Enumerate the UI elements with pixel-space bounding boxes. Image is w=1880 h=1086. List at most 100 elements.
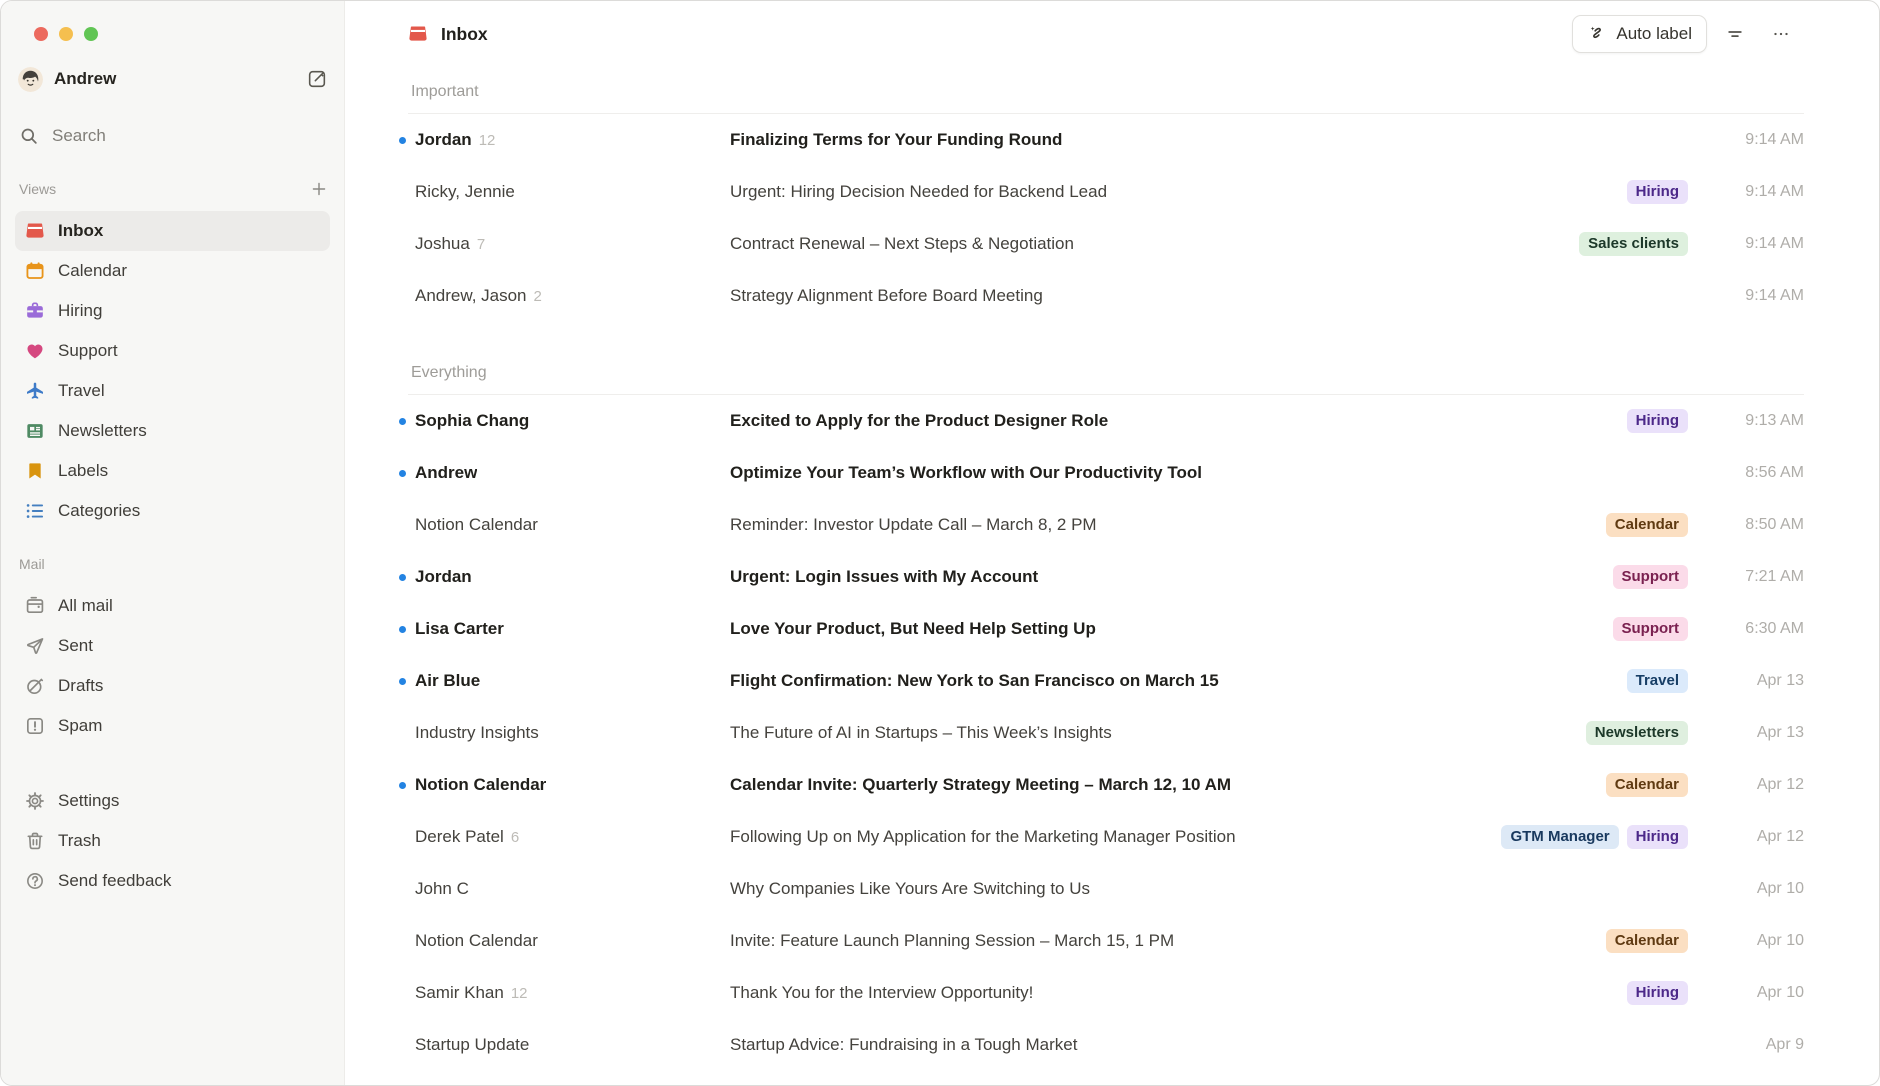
email-row[interactable]: Jordan 12 Finalizing Terms for Your Fund…	[408, 114, 1804, 166]
label-badges: Calendar	[1606, 773, 1688, 797]
badge-newsletters[interactable]: Newsletters	[1586, 721, 1688, 745]
badge-support[interactable]: Support	[1613, 617, 1689, 641]
sidebar-item-newsletters[interactable]: Newsletters	[15, 411, 330, 451]
thread-count: 6	[511, 829, 519, 846]
sidebar-item-hiring[interactable]: Hiring	[15, 291, 330, 331]
auto-label-button[interactable]: Auto label	[1572, 15, 1707, 53]
search-placeholder: Search	[52, 126, 106, 146]
compose-icon	[307, 69, 327, 89]
badge-hiring[interactable]: Hiring	[1627, 180, 1688, 204]
badge-travel[interactable]: Travel	[1627, 669, 1688, 693]
plus-icon	[310, 180, 328, 198]
email-row[interactable]: Lisa Carter Love Your Product, But Need …	[408, 603, 1804, 655]
sender-cell: Jordan 12	[408, 130, 730, 150]
email-row[interactable]: Derek Patel 6 Following Up on My Applica…	[408, 811, 1804, 863]
account-name: Andrew	[54, 69, 296, 89]
email-row[interactable]: Notion Calendar Reminder: Investor Updat…	[408, 499, 1804, 551]
sidebar-item-drafts[interactable]: Drafts	[15, 666, 330, 706]
email-row[interactable]: Car Rentals Upcoming Rental Details – Pi…	[408, 1071, 1804, 1086]
email-row[interactable]: John C Why Companies Like Yours Are Swit…	[408, 863, 1804, 915]
heart-icon	[25, 341, 45, 361]
header-actions: Auto label	[1572, 15, 1799, 53]
sender-cell: Industry Insights	[408, 723, 730, 743]
sidebar-item-calendar[interactable]: Calendar	[15, 251, 330, 291]
more-options-button[interactable]	[1763, 16, 1799, 52]
account-switcher[interactable]: Andrew	[17, 65, 328, 93]
section-title: Everything	[408, 362, 1804, 384]
sidebar-item-spam[interactable]: Spam	[15, 706, 330, 746]
search-icon	[19, 126, 39, 146]
sidebar-footer-list: Settings Trash Send feedback	[17, 781, 328, 901]
badge-hiring[interactable]: Hiring	[1627, 825, 1688, 849]
email-list: Important Jordan 12 Finalizing Terms for…	[345, 67, 1879, 1086]
email-row[interactable]: Notion Calendar Invite: Feature Launch P…	[408, 915, 1804, 967]
email-time: Apr 9	[1704, 1036, 1804, 1054]
compose-button[interactable]	[307, 69, 327, 89]
email-row[interactable]: Samir Khan 12 Thank You for the Intervie…	[408, 967, 1804, 1019]
thread-count: 7	[477, 236, 485, 253]
badge-sales-clients[interactable]: Sales clients	[1579, 232, 1688, 256]
sidebar-item-sent[interactable]: Sent	[15, 626, 330, 666]
sidebar-item-label: All mail	[58, 596, 113, 616]
sender-cell: Sophia Chang	[408, 411, 730, 431]
email-time: 7:21 AM	[1704, 568, 1804, 586]
mail-list: All mail Sent Drafts Spam	[17, 586, 328, 746]
email-time: 9:14 AM	[1704, 287, 1804, 305]
email-row[interactable]: Sophia Chang Excited to Apply for the Pr…	[408, 395, 1804, 447]
auto-label-text: Auto label	[1616, 24, 1692, 44]
label-badges: Hiring	[1627, 180, 1688, 204]
views-label: Views	[19, 181, 310, 197]
email-row[interactable]: Jordan Urgent: Login Issues with My Acco…	[408, 551, 1804, 603]
unread-dot	[399, 418, 406, 425]
thread-count: 12	[511, 985, 528, 1002]
email-row[interactable]: Ricky, Jennie Urgent: Hiring Decision Ne…	[408, 166, 1804, 218]
email-subject: The Future of AI in Startups – This Week…	[730, 723, 1574, 743]
sender-name: Air Blue	[415, 671, 480, 691]
badge-hiring[interactable]: Hiring	[1627, 409, 1688, 433]
badge-calendar[interactable]: Calendar	[1606, 513, 1688, 537]
search-input[interactable]: Search	[17, 124, 328, 148]
sidebar-item-all-mail[interactable]: All mail	[15, 586, 330, 626]
zoom-window-button[interactable]	[84, 27, 98, 41]
sidebar-item-label: Support	[58, 341, 118, 361]
sidebar-item-support[interactable]: Support	[15, 331, 330, 371]
badge-hiring[interactable]: Hiring	[1627, 981, 1688, 1005]
add-view-button[interactable]	[310, 180, 328, 198]
sidebar-item-travel[interactable]: Travel	[15, 371, 330, 411]
sidebar-item-inbox[interactable]: Inbox	[15, 211, 330, 251]
filter-button[interactable]	[1717, 16, 1753, 52]
badge-gtm-manager[interactable]: GTM Manager	[1501, 825, 1618, 849]
email-row[interactable]: Andrew, Jason 2 Strategy Alignment Befor…	[408, 270, 1804, 322]
sender-cell: John C	[408, 879, 730, 899]
sidebar-item-send-feedback[interactable]: Send feedback	[15, 861, 330, 901]
badge-calendar[interactable]: Calendar	[1606, 929, 1688, 953]
sidebar-item-label: Spam	[58, 716, 102, 736]
email-subject: Why Companies Like Yours Are Switching t…	[730, 879, 1704, 899]
email-row[interactable]: Andrew Optimize Your Team’s Workflow wit…	[408, 447, 1804, 499]
sidebar-item-label: Inbox	[58, 221, 103, 241]
section-rows: Jordan 12 Finalizing Terms for Your Fund…	[408, 114, 1804, 322]
spam-icon	[25, 716, 45, 736]
sender-name: Derek Patel	[415, 827, 504, 847]
email-subject: Following Up on My Application for the M…	[730, 827, 1489, 847]
sender-name: Joshua	[415, 234, 470, 254]
email-subject: Thank You for the Interview Opportunity!	[730, 983, 1615, 1003]
avatar	[18, 67, 43, 92]
sidebar-item-trash[interactable]: Trash	[15, 821, 330, 861]
close-window-button[interactable]	[34, 27, 48, 41]
email-row[interactable]: Notion Calendar Calendar Invite: Quarter…	[408, 759, 1804, 811]
badge-calendar[interactable]: Calendar	[1606, 773, 1688, 797]
email-row[interactable]: Startup Update Startup Advice: Fundraisi…	[408, 1019, 1804, 1071]
sidebar-item-settings[interactable]: Settings	[15, 781, 330, 821]
sidebar-item-categories[interactable]: Categories	[15, 491, 330, 531]
email-row[interactable]: Air Blue Flight Confirmation: New York t…	[408, 655, 1804, 707]
email-subject: Excited to Apply for the Product Designe…	[730, 411, 1615, 431]
email-row[interactable]: Industry Insights The Future of AI in St…	[408, 707, 1804, 759]
label-badges: Calendar	[1606, 929, 1688, 953]
sender-cell: Andrew, Jason 2	[408, 286, 730, 306]
sidebar-item-labels[interactable]: Labels	[15, 451, 330, 491]
minimize-window-button[interactable]	[59, 27, 73, 41]
badge-support[interactable]: Support	[1613, 565, 1689, 589]
email-time: Apr 10	[1704, 932, 1804, 950]
email-row[interactable]: Joshua 7 Contract Renewal – Next Steps &…	[408, 218, 1804, 270]
